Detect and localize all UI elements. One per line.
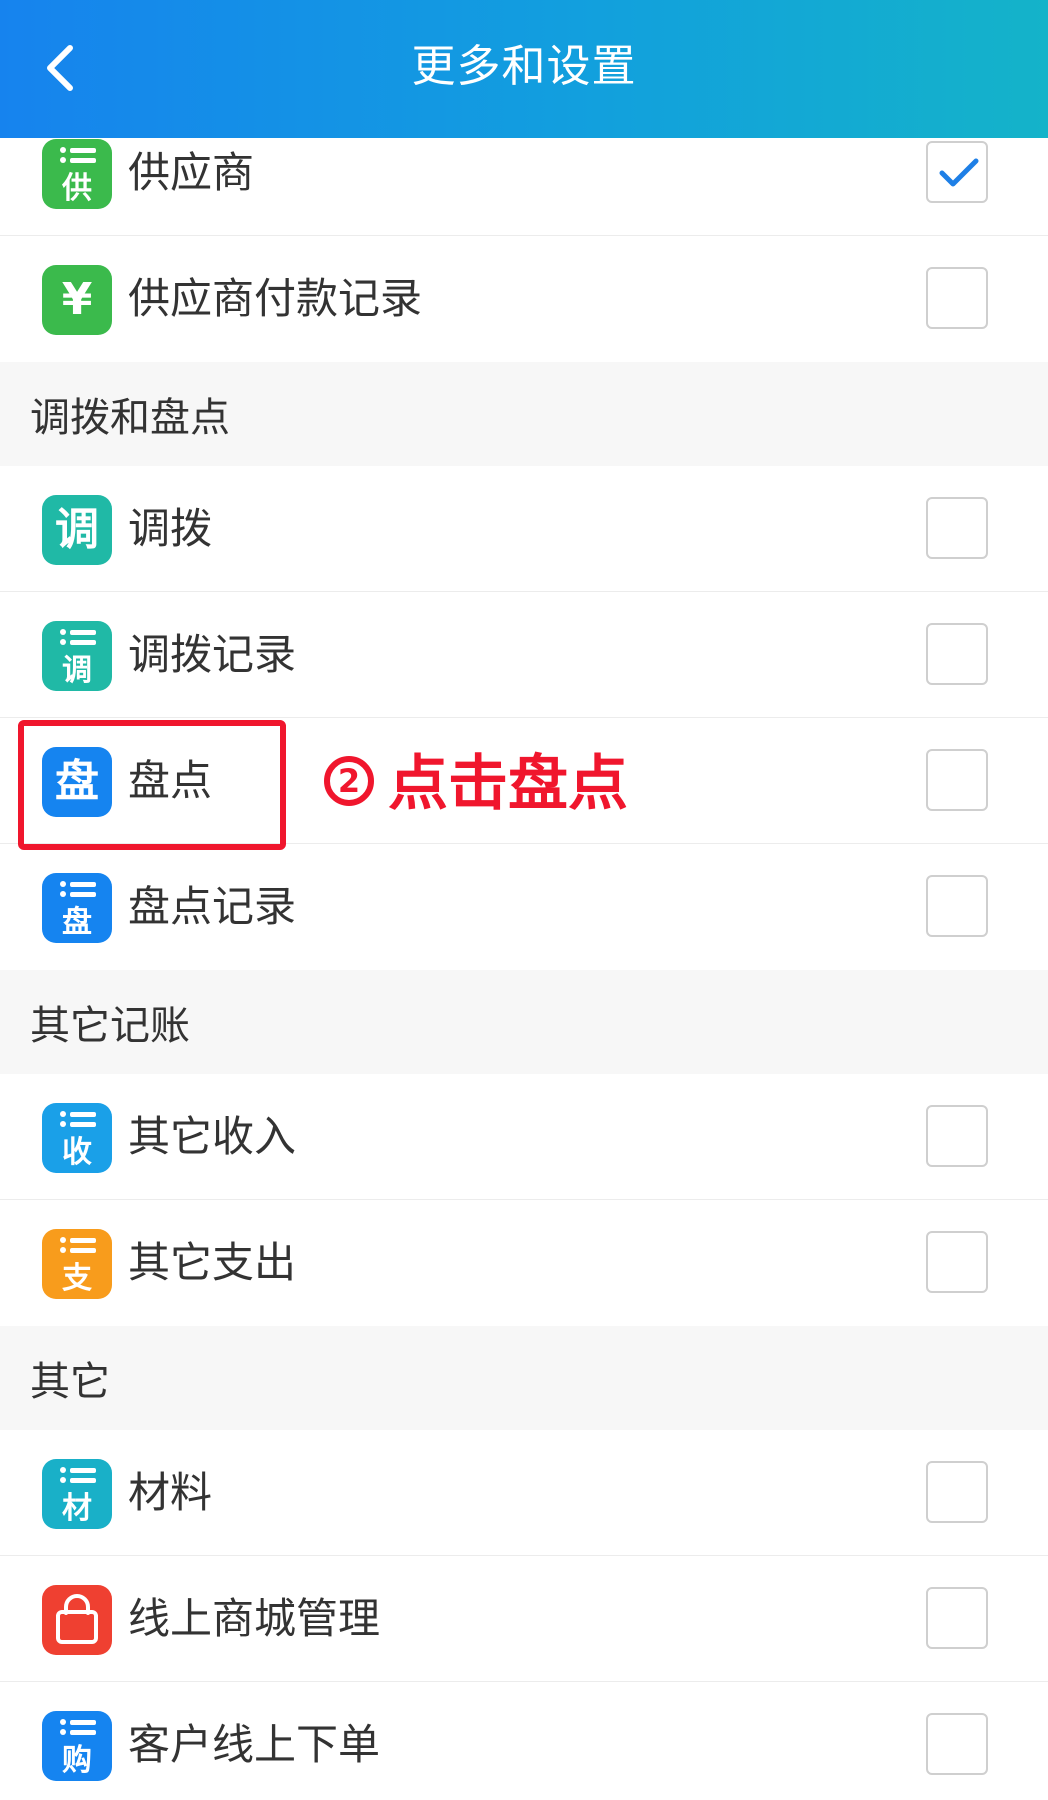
yuan-icon: ¥ [42,265,112,335]
list-item-inventory-records[interactable]: 盘 盘点记录 [0,844,1048,970]
list-item-label: 其它收入 [128,1112,297,1161]
icon-char: 供 [62,171,92,206]
section-header-other-accounting: 其它记账 [0,970,1048,1074]
header-bar: 更多和设置 [0,0,1048,138]
icon-char: 调 [62,653,92,688]
icon-char: 支 [62,1261,92,1296]
icon-char: 盘 [55,756,99,807]
icon-char: ¥ [61,274,93,325]
income-list-icon: 收 [42,1103,112,1173]
section-title: 调拨和盘点 [30,395,230,441]
section-title: 其它 [30,1359,110,1405]
checkbox-supplier-payment-records[interactable] [926,267,988,329]
checkbox-inventory[interactable] [926,749,988,811]
list-item-supplier-payment-records[interactable]: ¥ 供应商付款记录 [0,236,1048,362]
step-number-badge: 2 [324,756,374,807]
checkbox-other-income[interactable] [926,1105,988,1167]
checkbox-online-mall[interactable] [926,1587,988,1649]
icon-char: 盘 [62,905,92,940]
list-item-transfer-records[interactable]: 调 调拨记录 [0,592,1048,718]
bag-glyph [56,1594,98,1644]
section-title: 其它记账 [30,1003,190,1049]
checkbox-other-expense[interactable] [926,1231,988,1293]
settings-list: 供 供应商 ¥ 供应商付款记录 调拨和盘点 调 调拨 调 调拨记录 盘 盘点 盘… [0,110,1048,1800]
list-item-label: 调拨 [128,504,213,553]
transfer-icon: 调 [42,495,112,565]
supplier-list-icon: 供 [42,139,112,209]
settings-page: 更多和设置 供 供应商 ¥ 供应商付款记录 调拨和盘点 调 调拨 调 调拨记录 … [0,0,1048,1800]
section-header-transfer: 调拨和盘点 [0,362,1048,466]
checkbox-customer-online-order[interactable] [926,1713,988,1775]
expense-list-icon: 支 [42,1229,112,1299]
page-title: 更多和设置 [411,41,637,92]
annotation-callout: 2 点击盘点 [324,742,628,826]
checkbox-transfer-records[interactable] [926,623,988,685]
list-item-label: 材料 [128,1468,213,1517]
shopping-bag-icon [42,1585,112,1655]
list-item-other-expense[interactable]: 支 其它支出 [0,1200,1048,1326]
chevron-left-icon [47,45,73,91]
list-item-label: 其它支出 [128,1238,297,1287]
icon-char: 收 [62,1135,92,1170]
list-item-online-mall[interactable]: 线上商城管理 [0,1556,1048,1682]
list-item-label: 供应商付款记录 [128,274,423,323]
purchase-list-icon: 购 [42,1711,112,1781]
checkbox-supplier[interactable] [926,141,988,203]
list-item-material[interactable]: 材 材料 [0,1430,1048,1556]
checkbox-transfer[interactable] [926,497,988,559]
icon-char: 材 [62,1491,92,1526]
list-item-other-income[interactable]: 收 其它收入 [0,1074,1048,1200]
checkbox-material[interactable] [926,1461,988,1523]
list-item-label: 盘点记录 [128,882,297,931]
icon-char: 调 [55,504,99,555]
list-item-transfer[interactable]: 调 调拨 [0,466,1048,592]
transfer-list-icon: 调 [42,621,112,691]
checkmark-icon [939,158,979,187]
list-item-customer-online-order[interactable]: 购 客户线上下单 [0,1682,1048,1800]
material-list-icon: 材 [42,1459,112,1529]
section-header-other: 其它 [0,1326,1048,1430]
inventory-icon: 盘 [42,747,112,817]
checkbox-inventory-records[interactable] [926,875,988,937]
icon-char: 购 [62,1743,92,1778]
list-item-label: 线上商城管理 [128,1594,381,1643]
list-item-label: 客户线上下单 [128,1720,381,1769]
inventory-list-icon: 盘 [42,873,112,943]
list-item-label: 盘点 [128,756,213,805]
list-item-label: 调拨记录 [128,630,297,679]
back-button[interactable] [22,30,98,106]
annotation-text: 点击盘点 [388,749,628,819]
